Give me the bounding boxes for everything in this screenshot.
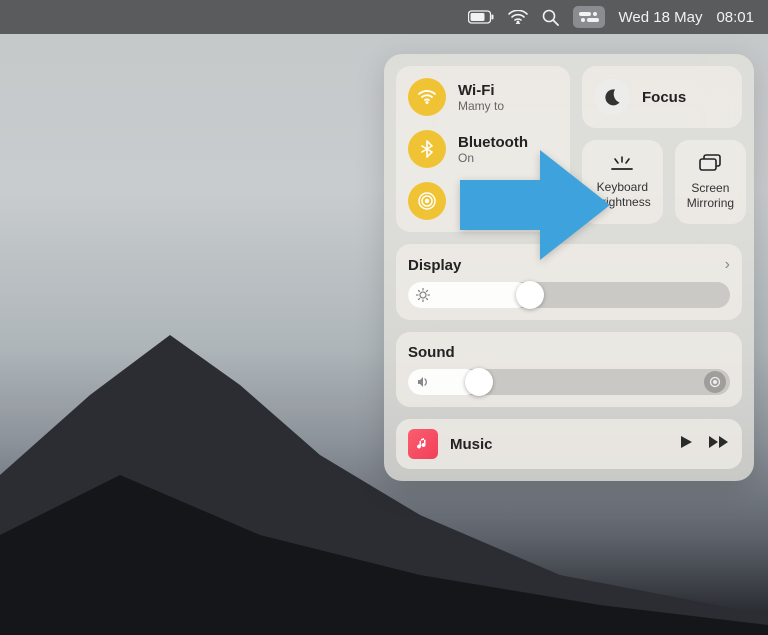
wifi-status-icon[interactable] (508, 10, 528, 24)
wifi-icon (408, 78, 446, 116)
bluetooth-label: Bluetooth (458, 134, 528, 151)
keyboard-brightness-icon (609, 155, 635, 176)
music-label: Music (450, 436, 666, 453)
menubar: Wed 18 May 08:01 (0, 0, 768, 34)
wifi-label: Wi-Fi (458, 82, 504, 99)
music-app-icon (408, 429, 438, 459)
sound-label: Sound (408, 344, 455, 361)
sound-slider[interactable] (408, 369, 730, 395)
moon-icon (594, 79, 630, 115)
battery-icon[interactable] (468, 10, 494, 24)
play-icon[interactable] (678, 434, 694, 455)
bluetooth-icon (408, 130, 446, 168)
screen-mirroring-label: Screen Mirroring (687, 181, 734, 210)
music-card[interactable]: Music (396, 419, 742, 469)
focus-button[interactable]: Focus (582, 66, 742, 128)
menubar-date[interactable]: Wed 18 May (619, 9, 703, 26)
display-slider[interactable] (408, 282, 730, 308)
chevron-right-icon[interactable]: › (725, 256, 730, 274)
forward-icon[interactable] (708, 435, 730, 454)
display-label: Display (408, 257, 461, 274)
menubar-time[interactable]: 08:01 (716, 9, 754, 26)
screen-mirroring-button[interactable]: Screen Mirroring (675, 140, 746, 224)
sun-icon (416, 288, 430, 302)
spotlight-icon[interactable] (542, 9, 559, 26)
screen-mirroring-icon (698, 154, 722, 177)
speaker-icon (416, 375, 430, 389)
airplay-audio-icon[interactable] (704, 371, 726, 393)
focus-label: Focus (642, 89, 686, 106)
airdrop-icon (408, 182, 446, 220)
wifi-subtitle: Mamy to (458, 99, 504, 113)
annotation-arrow (460, 150, 610, 265)
wifi-toggle[interactable]: Wi-Fi Mamy to (408, 78, 558, 116)
control-center-panel: Wi-Fi Mamy to Bluetooth On (384, 54, 754, 481)
sound-card: Sound (396, 332, 742, 407)
control-center-icon[interactable] (573, 6, 605, 28)
